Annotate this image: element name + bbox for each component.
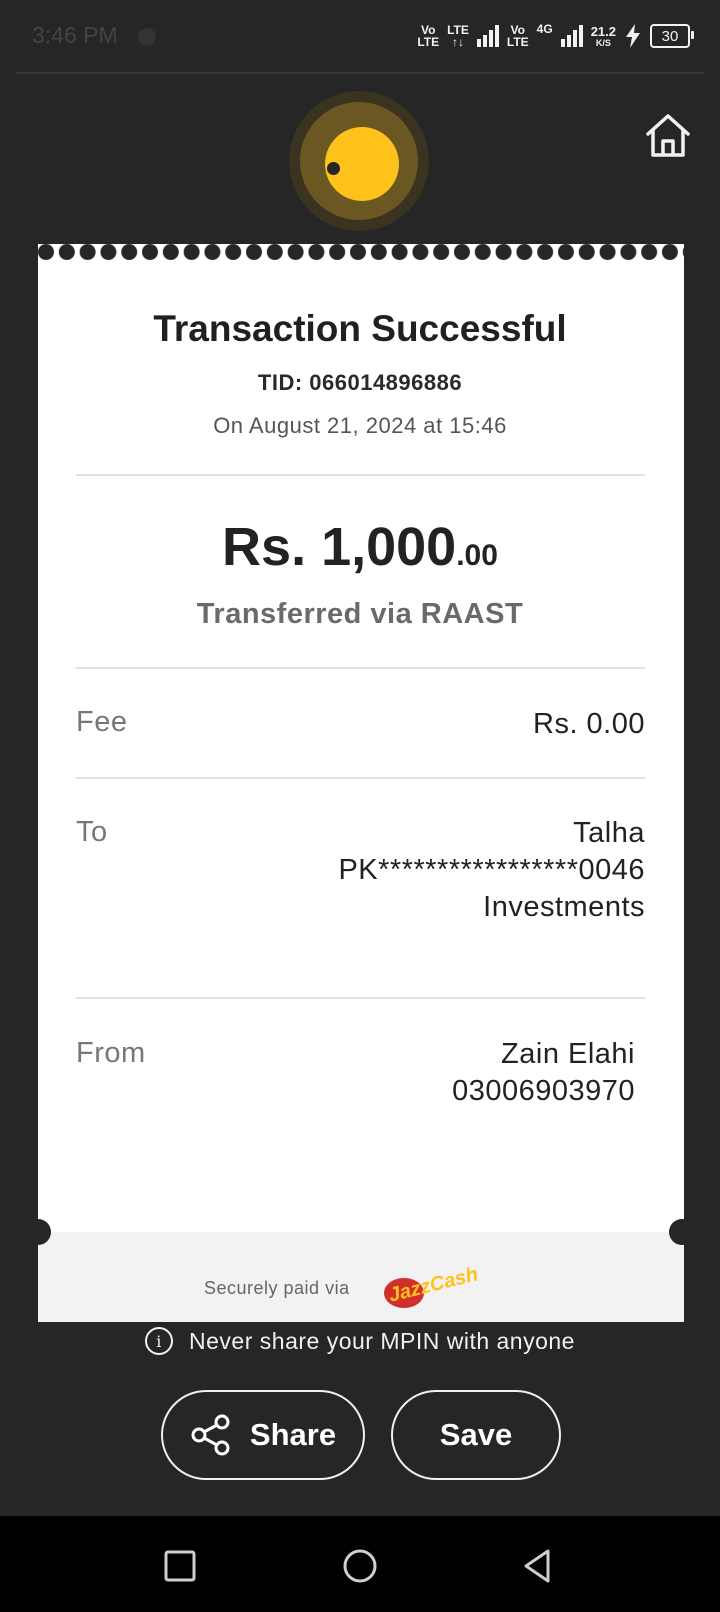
- charging-icon: [626, 24, 640, 48]
- volte-indicator: Vo LTE: [417, 23, 440, 49]
- home-nav-button[interactable]: [340, 1546, 380, 1586]
- mpin-warning: i Never share your MPIN with anyone: [0, 1327, 720, 1355]
- divider: [76, 667, 645, 669]
- receipt-notch-left: [25, 1219, 51, 1245]
- fee-label: Fee: [76, 706, 128, 738]
- network-speed: 21.2 K/S: [590, 23, 616, 48]
- info-icon: i: [145, 1327, 174, 1355]
- amount-decimal: .00: [456, 539, 498, 572]
- status-time: 3:46 PM: [32, 22, 118, 48]
- fee-value: Rs. 0.00: [533, 708, 645, 740]
- amount: Rs. 1,000.00: [0, 516, 720, 578]
- from-details: Zain Elahi 03006903970: [452, 1036, 635, 1110]
- status-divider: [16, 72, 704, 74]
- share-label: Share: [249, 1417, 337, 1452]
- from-label: From: [76, 1037, 146, 1069]
- share-icon: [191, 1414, 230, 1456]
- transaction-date: On August 21, 2024 at 15:46: [213, 413, 507, 438]
- battery-level: 30: [661, 27, 679, 45]
- home-icon[interactable]: [644, 112, 692, 158]
- share-button[interactable]: Share: [161, 1390, 365, 1480]
- recent-apps-button[interactable]: [160, 1546, 200, 1586]
- from-name: Zain Elahi: [501, 1038, 635, 1070]
- jazzcash-logo: JazzCash: [384, 1263, 480, 1310]
- save-button[interactable]: Save: [391, 1390, 561, 1480]
- mpin-warning-text: Never share your MPIN with anyone: [189, 1327, 575, 1354]
- secure-text: Securely paid via: [204, 1278, 350, 1298]
- divider: [76, 474, 645, 476]
- divider: [76, 997, 645, 999]
- lte-indicator: LTE ↑↓: [447, 23, 469, 49]
- receipt-notch-right: [669, 1219, 695, 1245]
- from-number: 03006903970: [452, 1075, 635, 1107]
- status-bar: 3:46 PM Vo LTE LTE ↑↓ Vo LTE 4G 21.2 K/S 30: [0, 0, 720, 72]
- save-label: Save: [439, 1417, 513, 1452]
- to-label: To: [76, 816, 108, 848]
- to-name: Talha: [573, 817, 645, 849]
- to-account: PK*****************0046: [338, 854, 645, 886]
- page-title: Transaction Successful: [153, 308, 567, 349]
- signal-icon-2: [560, 25, 583, 47]
- status-icons: Vo LTE LTE ↑↓ Vo LTE 4G 21.2 K/S 30: [417, 20, 694, 52]
- volte-indicator-2: Vo LTE: [506, 23, 529, 49]
- transaction-id: TID: 066014896886: [257, 370, 463, 395]
- transfer-method: Transferred via RAAST: [196, 598, 524, 630]
- receipt-scalloped-edge: [38, 244, 684, 260]
- signal-icon: [476, 25, 499, 47]
- to-bank: Investments: [483, 891, 645, 923]
- network-4g: 4G: [536, 22, 553, 36]
- notification-dot: [138, 28, 156, 46]
- receipt-footer: [38, 1232, 684, 1322]
- divider: [76, 777, 645, 779]
- jazzcash-logo-text: JazzCash: [386, 1263, 481, 1307]
- battery-icon: 30: [650, 24, 694, 48]
- amount-main: Rs. 1,000: [222, 517, 457, 577]
- to-details: Talha PK*****************0046 Investment…: [338, 815, 645, 926]
- back-button[interactable]: [518, 1546, 558, 1586]
- logo-dot: [327, 162, 340, 175]
- jazzcash-coin-logo: [289, 91, 429, 231]
